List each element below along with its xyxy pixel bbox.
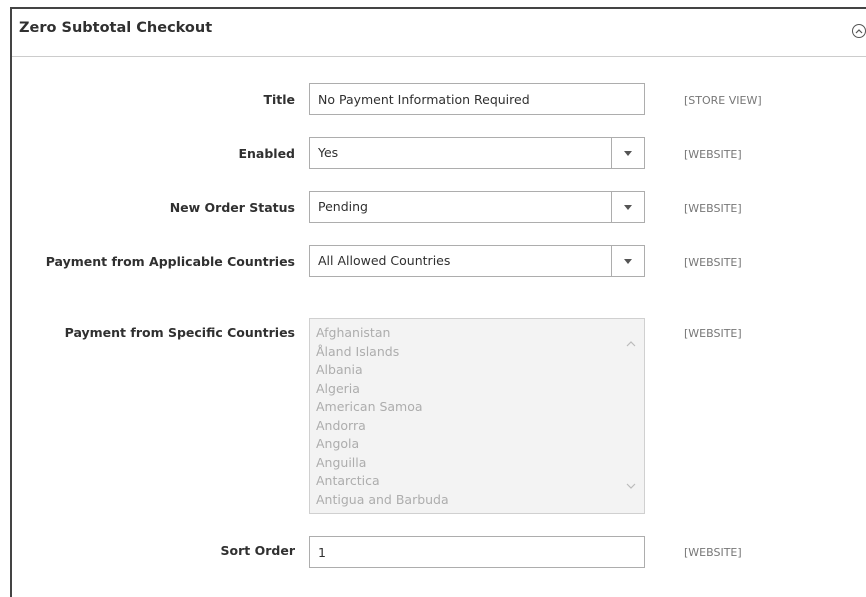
new-order-status-dropdown-button[interactable]	[611, 192, 644, 222]
chevron-up-icon	[855, 29, 863, 34]
country-option[interactable]: Andorra	[310, 417, 449, 436]
applicable-countries-label: Payment from Applicable Countries	[45, 254, 295, 269]
caret-down-icon	[624, 204, 632, 210]
collapse-section-button[interactable]	[852, 24, 866, 38]
section-divider	[12, 56, 866, 57]
specific-countries-scope: [WEBSITE]	[684, 327, 742, 340]
country-option[interactable]: Albania	[310, 361, 449, 380]
new-order-status-select[interactable]: Pending	[309, 191, 645, 223]
title-scope: [STORE VIEW]	[684, 94, 762, 107]
applicable-countries-dropdown-button[interactable]	[611, 246, 644, 276]
scroll-down-icon[interactable]	[626, 481, 636, 491]
country-option[interactable]: Angola	[310, 435, 449, 454]
country-option[interactable]: Antarctica	[310, 472, 449, 491]
sort-order-scope: [WEBSITE]	[684, 546, 742, 559]
applicable-countries-scope: [WEBSITE]	[684, 256, 742, 269]
country-option[interactable]: Algeria	[310, 380, 449, 399]
caret-down-icon	[624, 258, 632, 264]
new-order-status-value: Pending	[318, 199, 368, 214]
country-options: Afghanistan Åland Islands Albania Algeri…	[310, 324, 449, 509]
applicable-countries-value: All Allowed Countries	[318, 253, 451, 268]
country-option[interactable]: Antigua and Barbuda	[310, 491, 449, 510]
country-option[interactable]: Afghanistan	[310, 324, 449, 343]
new-order-status-scope: [WEBSITE]	[684, 202, 742, 215]
country-option[interactable]: American Samoa	[310, 398, 449, 417]
section-title[interactable]: Zero Subtotal Checkout	[19, 20, 212, 36]
enabled-label: Enabled	[238, 146, 295, 161]
specific-countries-multiselect[interactable]: Afghanistan Åland Islands Albania Algeri…	[309, 318, 645, 514]
country-option[interactable]: Åland Islands	[310, 343, 449, 362]
caret-down-icon	[624, 150, 632, 156]
applicable-countries-select[interactable]: All Allowed Countries	[309, 245, 645, 277]
enabled-scope: [WEBSITE]	[684, 148, 742, 161]
title-input[interactable]	[309, 83, 645, 115]
enabled-select-value: Yes	[318, 145, 339, 160]
title-label: Title	[263, 92, 295, 107]
new-order-status-label: New Order Status	[169, 200, 295, 215]
sort-order-input[interactable]	[309, 536, 645, 568]
scroll-up-icon[interactable]	[626, 339, 636, 349]
country-option[interactable]: Anguilla	[310, 454, 449, 473]
enabled-dropdown-button[interactable]	[611, 138, 644, 168]
specific-countries-label: Payment from Specific Countries	[64, 325, 295, 340]
sort-order-label: Sort Order	[220, 543, 295, 558]
enabled-select[interactable]: Yes	[309, 137, 645, 169]
